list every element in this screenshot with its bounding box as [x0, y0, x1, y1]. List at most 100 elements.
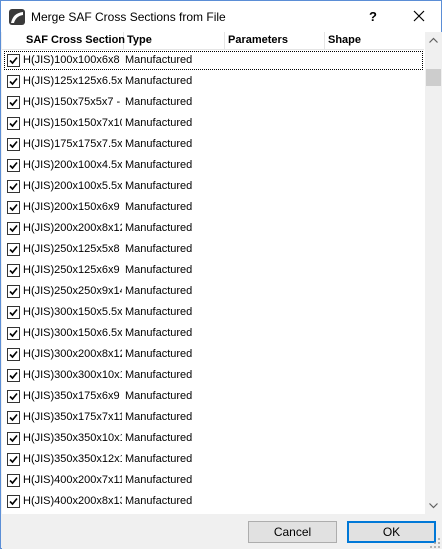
title-bar[interactable]: Merge SAF Cross Sections from File ? — [1, 1, 441, 32]
row-checkbox[interactable] — [7, 306, 20, 319]
resize-grip-icon[interactable] — [429, 537, 441, 549]
checkmark-icon — [9, 392, 18, 401]
row-checkbox[interactable] — [7, 474, 20, 487]
row-checkbox[interactable] — [7, 96, 20, 109]
cell-cross-section-name: H(JIS)300x200x8x12 — [23, 348, 122, 360]
cancel-button[interactable]: Cancel — [248, 521, 337, 543]
checkmark-icon — [9, 119, 18, 128]
cell-cross-section-name: H(JIS)250x250x9x14 — [23, 285, 122, 297]
table-row[interactable]: H(JIS)150x150x7x10 Manufactured — [2, 113, 424, 134]
table-row[interactable]: H(JIS)200x150x6x9 - Manufactured — [2, 197, 424, 218]
row-checkbox[interactable] — [7, 348, 20, 361]
table-row[interactable]: H(JIS)250x125x5x8 - Manufactured — [2, 239, 424, 260]
cell-type: Manufactured — [125, 411, 193, 423]
row-checkbox[interactable] — [7, 495, 20, 508]
cell-cross-section-name: H(JIS)400x200x7x11 — [23, 474, 122, 486]
cell-cross-section-name: H(JIS)300x150x5.5x8 — [23, 306, 122, 318]
row-checkbox[interactable] — [7, 138, 20, 151]
table-row[interactable]: H(JIS)400x200x7x11 Manufactured — [2, 470, 424, 491]
vertical-scrollbar[interactable] — [425, 32, 442, 514]
table-row[interactable]: H(JIS)200x100x5.5x8 Manufactured — [2, 176, 424, 197]
cell-type: Manufactured — [125, 348, 193, 360]
cell-type: Manufactured — [125, 96, 193, 108]
ok-button[interactable]: OK — [347, 521, 436, 543]
row-checkbox[interactable] — [7, 159, 20, 172]
table-row[interactable]: H(JIS)300x200x8x12 Manufactured — [2, 344, 424, 365]
row-checkbox[interactable] — [7, 117, 20, 130]
checkmark-icon — [9, 224, 18, 233]
table-row[interactable]: H(JIS)350x350x10x1 Manufactured — [2, 428, 424, 449]
column-header-parameters[interactable]: Parameters — [225, 32, 325, 50]
close-button[interactable] — [402, 1, 436, 32]
cell-type: Manufactured — [125, 264, 193, 276]
checkmark-icon — [9, 371, 18, 380]
row-checkbox[interactable] — [7, 411, 20, 424]
scroll-up-button[interactable] — [425, 32, 442, 49]
cell-cross-section-name: H(JIS)300x150x6.5x9 — [23, 327, 122, 339]
help-button[interactable]: ? — [357, 1, 389, 32]
window-title: Merge SAF Cross Sections from File — [31, 10, 226, 24]
cell-cross-section-name: H(JIS)100x100x6x8 - — [23, 54, 122, 66]
row-checkbox[interactable] — [7, 180, 20, 193]
table-row[interactable]: H(JIS)400x200x8x13 Manufactured — [2, 491, 424, 512]
table-row[interactable]: H(JIS)300x150x5.5x8 Manufactured — [2, 302, 424, 323]
cross-section-table[interactable]: SAF Cross Section Type Parameters Shape … — [2, 32, 442, 514]
cell-type: Manufactured — [125, 159, 193, 171]
row-checkbox[interactable] — [7, 327, 20, 340]
column-header-saf-cross-section[interactable]: SAF Cross Section — [23, 32, 125, 50]
table-row[interactable]: H(JIS)125x125x6.5x9 Manufactured — [2, 71, 424, 92]
table-row[interactable]: H(JIS)200x200x8x12 Manufactured — [2, 218, 424, 239]
cell-cross-section-name: H(JIS)200x150x6x9 - — [23, 201, 122, 213]
cell-cross-section-name: H(JIS)150x75x5x7 - S — [23, 96, 122, 108]
row-checkbox[interactable] — [7, 369, 20, 382]
row-checkbox[interactable] — [7, 432, 20, 445]
cell-cross-section-name: H(JIS)350x350x12x1 — [23, 453, 122, 465]
column-header-type[interactable]: Type — [124, 32, 225, 50]
table-row[interactable]: H(JIS)350x175x7x11 Manufactured — [2, 407, 424, 428]
checkmark-icon — [9, 161, 18, 170]
checkmark-icon — [9, 308, 18, 317]
scroll-down-arrow-icon — [429, 503, 438, 509]
cell-cross-section-name: H(JIS)350x175x7x11 — [23, 411, 122, 423]
cell-type: Manufactured — [125, 306, 193, 318]
cell-type: Manufactured — [125, 138, 193, 150]
row-checkbox[interactable] — [7, 285, 20, 298]
table-row[interactable]: H(JIS)300x150x6.5x9 Manufactured — [2, 323, 424, 344]
scrollbar-thumb[interactable] — [426, 68, 441, 86]
cell-cross-section-name: H(JIS)200x200x8x12 — [23, 222, 122, 234]
cell-cross-section-name: H(JIS)300x300x10x1 — [23, 369, 122, 381]
table-row[interactable]: H(JIS)200x100x4.5x7 Manufactured — [2, 155, 424, 176]
checkmark-icon — [9, 476, 18, 485]
row-checkbox[interactable] — [7, 222, 20, 235]
table-row[interactable]: H(JIS)300x300x10x1 Manufactured — [2, 365, 424, 386]
cell-type: Manufactured — [125, 495, 193, 507]
checkmark-icon — [9, 56, 18, 65]
scroll-down-button[interactable] — [425, 497, 442, 514]
row-checkbox[interactable] — [7, 453, 20, 466]
table-row[interactable]: H(JIS)350x175x6x9 - Manufactured — [2, 386, 424, 407]
cell-type: Manufactured — [125, 432, 193, 444]
cell-cross-section-name: H(JIS)150x150x7x10 — [23, 117, 122, 129]
table-row[interactable]: H(JIS)150x75x5x7 - S Manufactured — [2, 92, 424, 113]
row-checkbox[interactable] — [7, 243, 20, 256]
table-row[interactable]: H(JIS)250x125x6x9 - Manufactured — [2, 260, 424, 281]
table-row[interactable]: H(JIS)100x100x6x8 - Manufactured — [2, 50, 424, 71]
checkmark-icon — [9, 434, 18, 443]
cell-type: Manufactured — [125, 117, 193, 129]
row-checkbox[interactable] — [7, 54, 20, 67]
table-row[interactable]: H(JIS)250x250x9x14 Manufactured — [2, 281, 424, 302]
table-row[interactable]: H(JIS)175x175x7.5x1 Manufactured — [2, 134, 424, 155]
row-checkbox[interactable] — [7, 390, 20, 403]
row-checkbox[interactable] — [7, 201, 20, 214]
dialog-footer: Cancel OK — [2, 514, 442, 549]
table-row[interactable]: H(JIS)350x350x12x1 Manufactured — [2, 449, 424, 470]
cell-cross-section-name: H(JIS)125x125x6.5x9 — [23, 75, 122, 87]
column-header-shape[interactable]: Shape — [325, 32, 424, 50]
checkmark-icon — [9, 245, 18, 254]
row-checkbox[interactable] — [7, 75, 20, 88]
checkmark-icon — [9, 413, 18, 422]
cell-type: Manufactured — [125, 180, 193, 192]
cell-type: Manufactured — [125, 327, 193, 339]
cell-cross-section-name: H(JIS)350x175x6x9 - — [23, 390, 122, 402]
row-checkbox[interactable] — [7, 264, 20, 277]
